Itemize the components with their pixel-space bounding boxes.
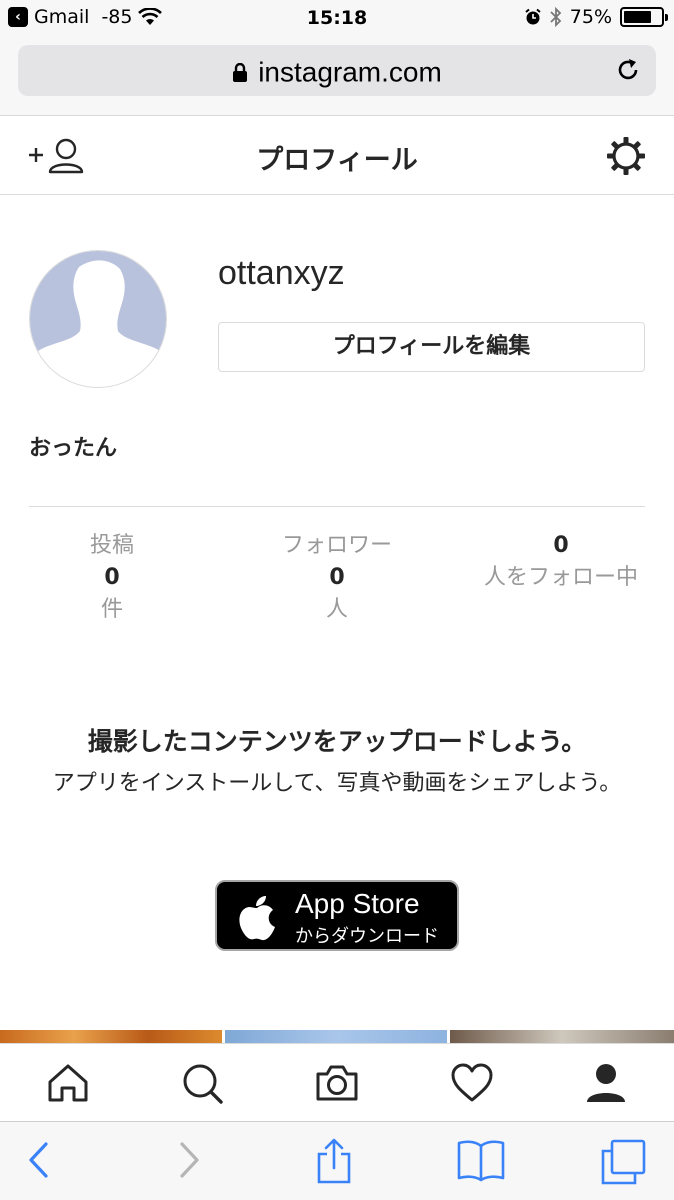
photo-strip[interactable]: [0, 1030, 674, 1043]
edit-profile-button[interactable]: プロフィールを編集: [218, 322, 645, 372]
heart-icon[interactable]: [450, 1062, 494, 1104]
alarm-icon: [525, 8, 541, 25]
stat-label: 投稿: [89, 533, 134, 558]
battery-fill: [624, 11, 651, 23]
full-name: おったん: [29, 436, 118, 461]
photo-thumb[interactable]: [225, 1030, 447, 1043]
stat-value: 0: [329, 565, 345, 590]
stat-unit: 件: [100, 597, 123, 622]
url-display[interactable]: instagram.com: [18, 55, 656, 89]
bookmarks-icon[interactable]: [456, 1138, 506, 1182]
bluetooth-icon: [550, 7, 562, 27]
upload-title: 撮影したコンテンツをアップロードしよう。: [87, 727, 587, 756]
app-store-button[interactable]: App Store からダウンロード: [215, 880, 459, 951]
app-store-main-label: App Store: [295, 888, 420, 919]
upload-description: アプリをインストールして、写真や動画をシェアしよう。: [52, 771, 622, 796]
browser-toolbar: [0, 1121, 674, 1200]
stat-value: 0: [104, 565, 120, 590]
stat-posts[interactable]: 投稿 0 件: [52, 530, 172, 626]
battery-percent: 75%: [569, 6, 612, 28]
stat-value: 0: [553, 533, 569, 558]
address-bar[interactable]: instagram.com: [18, 45, 656, 96]
battery-icon: [620, 7, 668, 27]
username: ottanxyz: [218, 254, 345, 292]
photo-thumb[interactable]: [0, 1030, 222, 1043]
camera-icon[interactable]: [314, 1062, 360, 1104]
stat-followers[interactable]: フォロワー 0 人: [257, 530, 417, 626]
page-title: プロフィール: [256, 145, 418, 176]
divider: [29, 506, 645, 507]
url-text: instagram.com: [258, 56, 442, 88]
avatar[interactable]: [29, 250, 167, 388]
stat-unit: 人をフォロー中: [483, 565, 638, 590]
home-icon[interactable]: [46, 1062, 90, 1104]
apple-icon: [239, 896, 275, 941]
reload-icon[interactable]: [614, 56, 642, 84]
address-bar-container: instagram.com: [0, 36, 674, 116]
back-icon[interactable]: [26, 1138, 52, 1182]
forward-icon[interactable]: [176, 1138, 202, 1182]
ig-header: プロフィール: [0, 116, 674, 195]
search-icon[interactable]: [180, 1062, 224, 1104]
stat-following[interactable]: 0 人をフォロー中: [466, 530, 656, 594]
stat-label: フォロワー: [281, 533, 392, 558]
profile-icon[interactable]: [584, 1062, 628, 1104]
status-right: 75%: [524, 6, 668, 28]
ig-bottom-nav: [0, 1043, 674, 1121]
gear-icon[interactable]: [606, 136, 646, 176]
app-store-sub-label: からダウンロード: [295, 926, 439, 947]
default-avatar-icon: [30, 251, 166, 387]
share-icon[interactable]: [314, 1138, 354, 1186]
lock-icon: [233, 62, 248, 82]
photo-thumb[interactable]: [450, 1030, 674, 1043]
status-bar: ‹ Gmail -85 15:18 75%: [0, 0, 674, 36]
tabs-icon[interactable]: [600, 1138, 648, 1186]
stat-unit: 人: [325, 597, 348, 622]
